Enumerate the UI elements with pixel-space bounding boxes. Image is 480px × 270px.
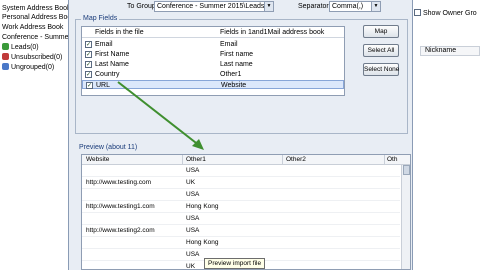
tree-item-ungrouped[interactable]: Ungrouped(0) (2, 63, 54, 72)
table-row: http://www.testing.com UK (82, 177, 400, 189)
table-row: USA (82, 189, 400, 201)
map-fields-header: Fields in the file Fields in 1and1Mail a… (82, 27, 344, 38)
separator-select[interactable]: Comma(,) ▼ (329, 1, 381, 12)
table-row: USA (82, 165, 400, 177)
group-icon (2, 43, 9, 50)
preview-col-other1[interactable]: Other1 (186, 155, 206, 165)
to-group-select[interactable]: Conference - Summer 2015\Leads ▼ (154, 1, 274, 12)
group-icon (2, 53, 9, 60)
col-file-header: Fields in the file (95, 29, 144, 36)
tree-item-unsubscribed[interactable]: Unsubscribed(0) (2, 53, 62, 62)
chevron-down-icon: ▼ (371, 2, 380, 11)
map-button[interactable]: Map (363, 25, 399, 38)
map-fields-list[interactable]: Fields in the file Fields in 1and1Mail a… (81, 26, 345, 96)
preview-table[interactable]: Website Other1 Other2 Oth USA http://www… (81, 154, 411, 270)
show-owner-group-checkbox[interactable]: Show Owner Gro (414, 9, 477, 17)
group-icon (2, 63, 9, 70)
table-row: USA (82, 213, 400, 225)
tree-item-personal-address-book[interactable]: Personal Address Book (2, 13, 75, 22)
map-row-first-name[interactable]: ✓ First Name First name (82, 50, 344, 59)
tree-item-leads[interactable]: Leads(0) (2, 43, 39, 52)
table-row: http://www.testing2.com USA (82, 225, 400, 237)
checkbox-icon[interactable]: ✓ (85, 51, 92, 58)
checkbox-icon[interactable]: ✓ (86, 82, 93, 89)
checkbox-icon[interactable]: ✓ (85, 61, 92, 68)
map-row-email[interactable]: ✓ Email Email (82, 40, 344, 49)
tree-item-conference-summer[interactable]: Conference - Summer (2, 33, 71, 42)
select-all-button[interactable]: Select All (363, 44, 399, 57)
checkbox-icon (414, 9, 421, 16)
address-book-tree: System Address Book Personal Address Boo… (0, 0, 75, 270)
tree-item-work-address-book[interactable]: Work Address Book (2, 23, 63, 32)
preview-scrollbar[interactable] (401, 165, 410, 269)
table-row: Hong Kong (82, 237, 400, 249)
checkbox-icon[interactable]: ✓ (85, 71, 92, 78)
map-fields-title: Map Fields (81, 15, 120, 22)
chevron-down-icon: ▼ (264, 2, 273, 11)
col-book-header: Fields in 1and1Mail address book (220, 29, 325, 36)
map-row-country[interactable]: ✓ Country Other1 (82, 70, 344, 79)
preview-col-other2[interactable]: Other2 (286, 155, 306, 165)
preview-col-website[interactable]: Website (86, 155, 109, 165)
preview-header: Website Other1 Other2 Oth (82, 155, 410, 165)
separator-label: Separator: (298, 3, 331, 10)
checkbox-icon[interactable]: ✓ (85, 41, 92, 48)
preview-col-other3[interactable]: Oth (387, 155, 397, 165)
preview-tooltip: Preview import file (204, 258, 266, 269)
map-row-last-name[interactable]: ✓ Last Name Last name (82, 60, 344, 69)
select-none-button[interactable]: Select None (363, 63, 399, 76)
table-row: http://www.testing1.com Hong Kong (82, 201, 400, 213)
nickname-column-header[interactable]: Nickname (420, 46, 480, 56)
import-dialog: To Group: Conference - Summer 2015\Leads… (68, 0, 413, 270)
scrollbar-thumb[interactable] (403, 165, 410, 175)
background-window (414, 0, 480, 270)
map-row-url[interactable]: ✓ URL Website (82, 80, 344, 89)
preview-title: Preview (about 11) (79, 144, 138, 151)
tree-item-system-address-book[interactable]: System Address Book (2, 4, 70, 13)
